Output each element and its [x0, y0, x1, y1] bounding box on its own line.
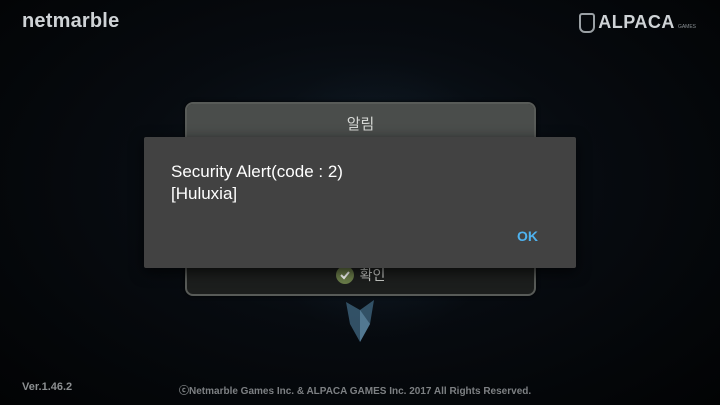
alert-message: Security Alert(code : 2) [Huluxia] [171, 161, 343, 205]
alpaca-logo-subtext: GAMES [677, 24, 696, 30]
check-circle-icon [335, 266, 354, 284]
alpaca-games-logo: ALPACA GAMES [579, 12, 696, 33]
alpaca-figure-icon [346, 300, 374, 342]
alpaca-mark-icon [579, 12, 596, 33]
alert-message-line-1: Security Alert(code : 2) [171, 162, 343, 181]
version-label: Ver.1.46.2 [22, 381, 73, 393]
copyright-text: ⓒNetmarble Games Inc. & ALPACA GAMES Inc… [179, 386, 532, 397]
notice-confirm-label: 확인 [359, 268, 386, 284]
security-alert-dialog: Security Alert(code : 2) [Huluxia] OK [144, 137, 576, 268]
ok-button[interactable]: OK [517, 228, 538, 244]
netmarble-logo: netmarble [22, 10, 120, 32]
alpaca-logo-text: ALPACA [598, 12, 675, 32]
alert-message-line-2: [Huluxia] [171, 184, 238, 203]
